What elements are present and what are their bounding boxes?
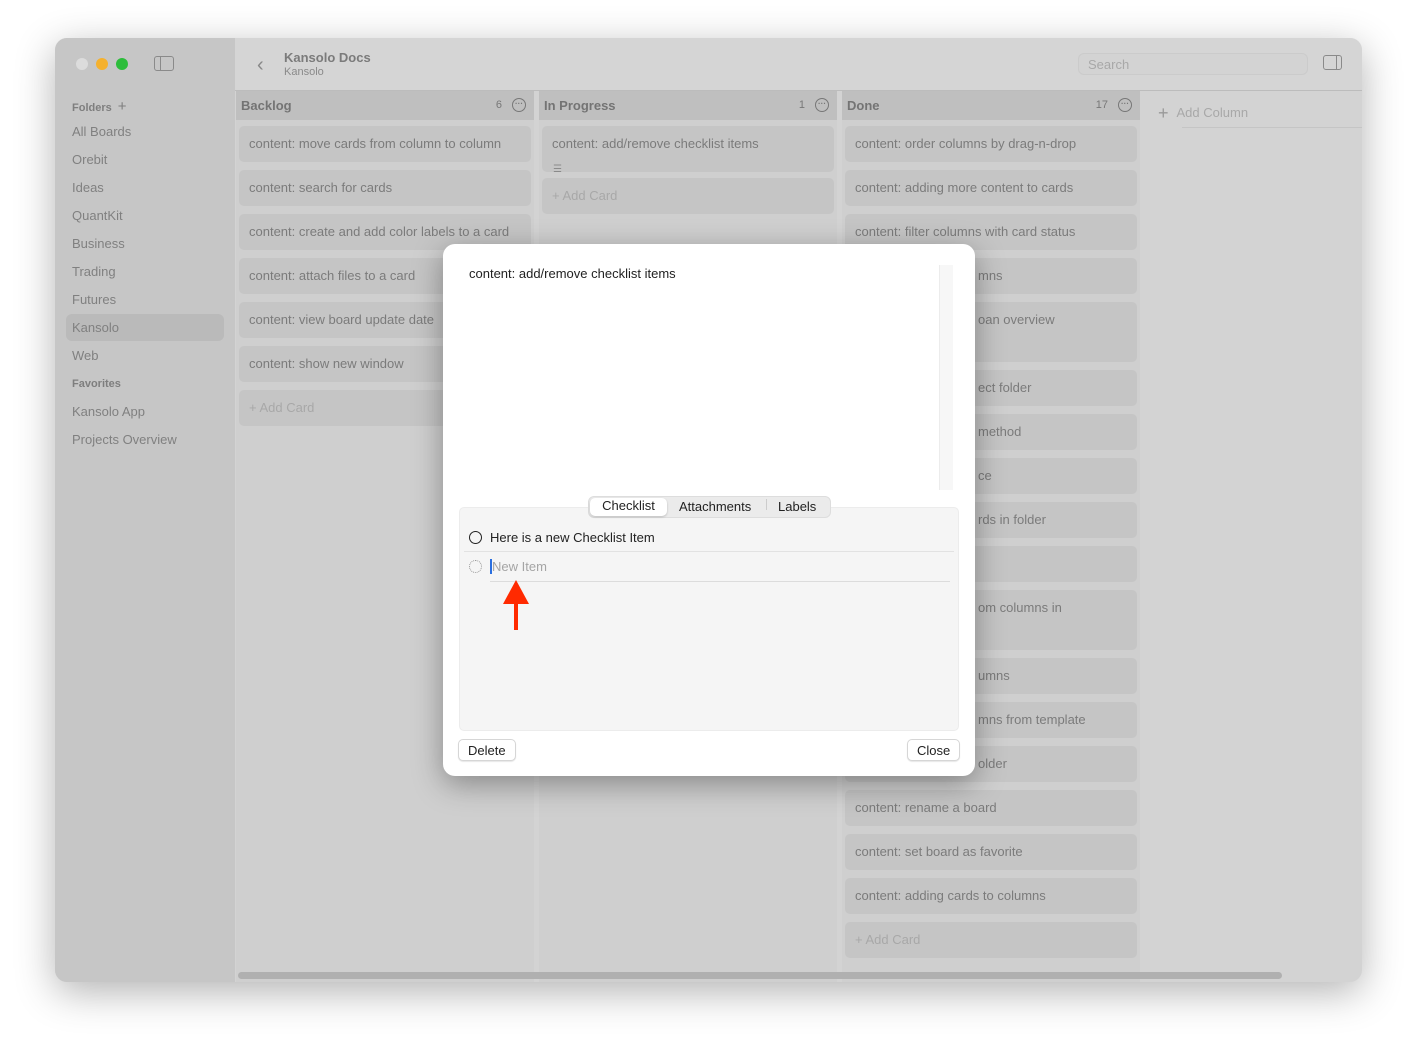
sidebar-item-all-boards[interactable]: All Boards	[66, 118, 224, 145]
card[interactable]: content: set board as favorite	[845, 834, 1137, 870]
checklist-panel: Here is a new Checklist Item New Item	[459, 507, 959, 731]
more-options-icon[interactable]: ···	[512, 98, 526, 112]
board-title: Kansolo Docs	[284, 50, 371, 65]
column-header: Backlog 6 ···	[236, 91, 534, 120]
sidebar-item-business[interactable]: Business	[66, 230, 224, 257]
card-count: 1	[798, 99, 805, 111]
sidebar-item-trading[interactable]: Trading	[66, 258, 224, 285]
favorite-item[interactable]: Projects Overview	[66, 426, 224, 453]
sidebar-item-kansolo[interactable]: Kansolo	[66, 314, 224, 341]
sidebar-item-ideas[interactable]: Ideas	[66, 174, 224, 201]
add-column-label: Add Column	[1176, 105, 1249, 120]
horizontal-scrollbar[interactable]	[238, 972, 1282, 979]
tab-labels[interactable]: Labels	[778, 499, 816, 515]
card[interactable]: content: add/remove checklist items	[542, 126, 834, 172]
card[interactable]: content: order columns by drag-n-drop	[845, 126, 1137, 162]
delete-button[interactable]: Delete	[458, 739, 516, 761]
card[interactable]: content: search for cards	[239, 170, 531, 206]
card[interactable]: content: adding more content to cards	[845, 170, 1137, 206]
sidebar-item-quantkit[interactable]: QuantKit	[66, 202, 224, 229]
checklist-icon: ☰	[553, 164, 562, 175]
plus-icon: +	[1158, 103, 1169, 123]
back-chevron-icon[interactable]: ‹	[257, 54, 264, 77]
search-input[interactable]: Search	[1078, 53, 1308, 75]
card-count: 17	[1095, 99, 1108, 111]
column-title: Done	[847, 98, 880, 113]
card-detail-dialog: content: add/remove checklist items Here…	[443, 244, 975, 776]
tab-segmented-control: Checklist Attachments Labels	[588, 496, 831, 518]
sidebar-item-web[interactable]: Web	[66, 342, 224, 369]
inspector-toggle-icon[interactable]	[1323, 55, 1342, 70]
favorites-header: Favorites	[72, 378, 121, 390]
sidebar-item-futures[interactable]: Futures	[66, 286, 224, 313]
close-window-button[interactable]	[76, 58, 88, 70]
close-button[interactable]: Close	[907, 739, 961, 761]
folders-header: Folders +	[72, 98, 127, 115]
card[interactable]: content: move cards from column to colum…	[239, 126, 531, 162]
more-options-icon[interactable]: ···	[815, 98, 829, 112]
sidebar: Folders + All Boards Orebit Ideas QuantKit B…	[55, 38, 235, 982]
checklist-item[interactable]: Here is a new Checklist Item	[490, 530, 655, 545]
divider	[464, 551, 954, 552]
sidebar-toggle-icon[interactable]	[154, 56, 174, 71]
card-count: 6	[495, 99, 502, 111]
new-item-input[interactable]: New Item	[490, 559, 547, 574]
minimize-window-button[interactable]	[96, 58, 108, 70]
card[interactable]: content: rename a board	[845, 790, 1137, 826]
add-column-button[interactable]: + Add Column	[1158, 103, 1248, 124]
column-header: Done 17 ···	[842, 91, 1140, 120]
card[interactable]: content: adding cards to columns	[845, 878, 1137, 914]
toolbar: ‹ Kansolo Docs Kansolo Search	[235, 38, 1362, 91]
tab-attachments[interactable]: Attachments	[679, 499, 751, 515]
checkbox-circle-icon[interactable]	[469, 531, 482, 544]
column-title: In Progress	[544, 98, 616, 113]
divider	[1182, 127, 1362, 128]
favorite-item[interactable]: Kansolo App	[66, 398, 224, 425]
folders-label: Folders	[72, 102, 112, 114]
column-title: Backlog	[241, 98, 292, 113]
add-card-button[interactable]: + Add Card	[845, 922, 1137, 958]
column-header: In Progress 1 ···	[539, 91, 837, 120]
divider	[766, 499, 767, 510]
add-folder-icon[interactable]: +	[118, 98, 127, 115]
board-subtitle: Kansolo	[284, 66, 324, 78]
zoom-window-button[interactable]	[116, 58, 128, 70]
new-item-circle-icon	[469, 560, 482, 573]
sidebar-item-orebit[interactable]: Orebit	[66, 146, 224, 173]
divider	[490, 581, 950, 582]
add-card-button[interactable]: + Add Card	[542, 178, 834, 214]
red-arrow-icon	[503, 580, 529, 630]
more-options-icon[interactable]: ···	[1118, 98, 1132, 112]
text-scrollbar[interactable]	[939, 265, 953, 490]
card-title-editor[interactable]: content: add/remove checklist items	[469, 266, 676, 281]
tab-checklist[interactable]: Checklist	[590, 498, 667, 516]
